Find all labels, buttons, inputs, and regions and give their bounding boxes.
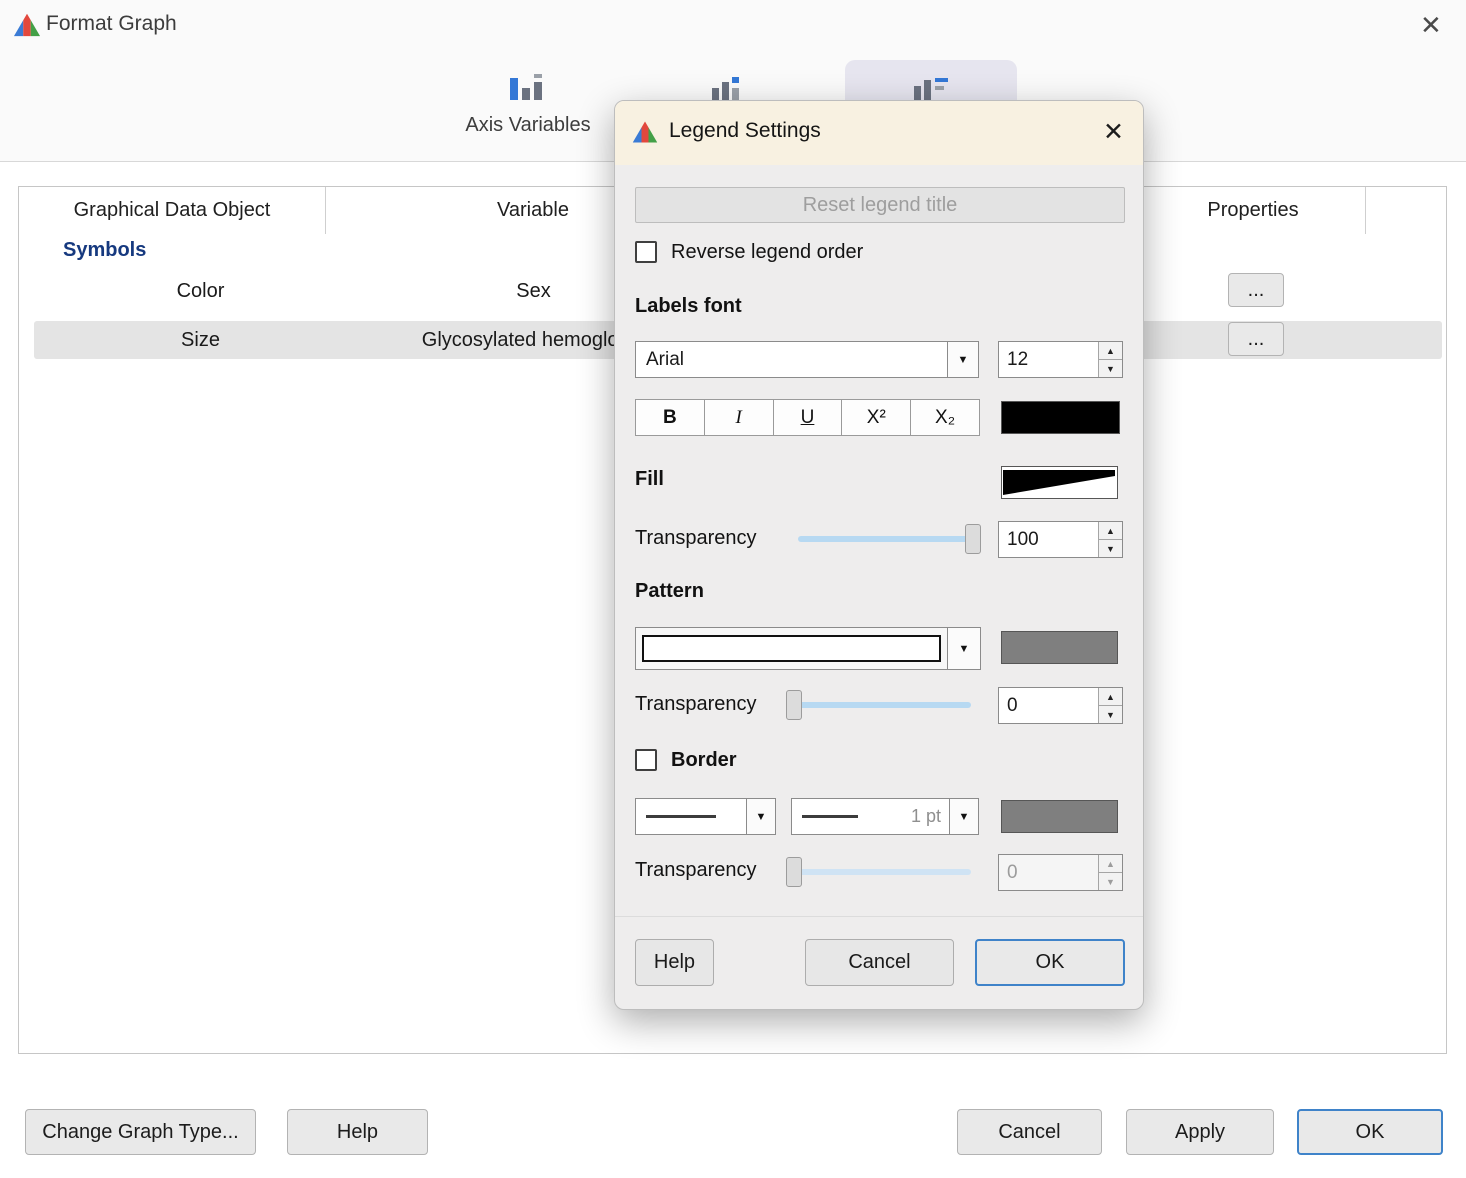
border-line-style-dropdown[interactable]: ▼ <box>635 798 776 835</box>
format-graph-window: Format Graph ✕ Axis Variables <box>0 0 1466 1178</box>
table-row-size-object: Size <box>47 321 354 359</box>
border-transparency-value: 0 <box>999 855 1098 890</box>
fill-transparency-stepper[interactable]: 100 ▲ ▼ <box>998 521 1123 558</box>
pattern-transparency-value: 0 <box>999 688 1098 723</box>
fill-transparency-value: 100 <box>999 522 1098 557</box>
border-transparency-label: Transparency <box>635 859 757 882</box>
border-heading: Border <box>671 749 737 772</box>
dialog-cancel-button[interactable]: Cancel <box>805 939 954 986</box>
cancel-button[interactable]: Cancel <box>957 1109 1102 1155</box>
axis-variables-icon <box>506 70 550 106</box>
chevron-down-icon[interactable]: ▼ <box>949 799 978 834</box>
spin-down-icon[interactable]: ▼ <box>1099 360 1122 377</box>
underline-button[interactable]: U <box>773 399 843 436</box>
spin-up-icon[interactable]: ▲ <box>1099 522 1122 540</box>
fill-swatch[interactable] <box>1001 466 1118 499</box>
spin-down-icon[interactable]: ▼ <box>1099 540 1122 557</box>
dialog-help-button[interactable]: Help <box>635 939 714 986</box>
size-properties-button[interactable]: ... <box>1228 322 1284 356</box>
pattern-transparency-slider[interactable] <box>786 690 971 720</box>
slider-handle[interactable] <box>786 857 802 887</box>
tab-axis-variables[interactable]: Axis Variables <box>458 66 598 146</box>
font-style-toolbar: B I U X² X₂ <box>635 399 980 436</box>
dialog-logo-icon <box>631 119 659 145</box>
bold-button[interactable]: B <box>635 399 705 436</box>
slider-track <box>786 702 971 708</box>
app-logo-icon <box>12 11 42 39</box>
change-graph-type-button[interactable]: Change Graph Type... <box>25 1109 256 1155</box>
pattern-transparency-stepper[interactable]: 0 ▲ ▼ <box>998 687 1123 724</box>
chevron-down-icon[interactable]: ▼ <box>746 799 775 834</box>
slider-handle[interactable] <box>965 524 981 554</box>
border-width-dropdown[interactable]: 1 pt ▼ <box>791 798 979 835</box>
fill-transparency-label: Transparency <box>635 527 757 550</box>
pattern-heading: Pattern <box>635 580 704 603</box>
column-header-properties: Properties <box>1141 187 1366 234</box>
border-transparency-stepper[interactable]: 0 ▲ ▼ <box>998 854 1123 891</box>
reverse-legend-order-checkbox[interactable] <box>635 241 657 263</box>
spin-up-icon[interactable]: ▲ <box>1099 342 1122 360</box>
apply-button[interactable]: Apply <box>1126 1109 1274 1155</box>
font-size-stepper[interactable]: 12 ▲ ▼ <box>998 341 1123 378</box>
subscript-button[interactable]: X₂ <box>910 399 980 436</box>
font-size-value: 12 <box>999 342 1098 377</box>
spin-down-icon[interactable]: ▼ <box>1099 873 1122 890</box>
font-family-dropdown[interactable]: Arial ▼ <box>635 341 979 378</box>
italic-button[interactable]: I <box>704 399 774 436</box>
border-checkbox[interactable] <box>635 749 657 771</box>
slider-track <box>798 536 981 542</box>
ok-button[interactable]: OK <box>1297 1109 1443 1155</box>
chevron-down-icon[interactable]: ▼ <box>947 342 978 377</box>
border-color-swatch[interactable] <box>1001 800 1118 833</box>
pattern-dropdown[interactable]: ▼ <box>635 627 981 670</box>
line-width-preview <box>802 815 858 818</box>
table-row-color-object: Color <box>47 272 354 310</box>
legend-settings-dialog: Legend Settings ✕ Reset legend title Rev… <box>614 100 1144 1010</box>
reset-legend-title-button[interactable]: Reset legend title <box>635 187 1125 223</box>
superscript-button[interactable]: X² <box>841 399 911 436</box>
tab-axis-variables-label: Axis Variables <box>458 114 598 137</box>
section-title-symbols: Symbols <box>63 235 146 265</box>
dialog-ok-button[interactable]: OK <box>975 939 1125 986</box>
reverse-legend-order-label: Reverse legend order <box>671 241 863 264</box>
fill-transparency-slider[interactable] <box>798 524 981 554</box>
column-header-object: Graphical Data Object <box>19 187 326 234</box>
line-style-preview <box>646 815 716 818</box>
spin-up-icon[interactable]: ▲ <box>1099 688 1122 706</box>
border-width-value: 1 pt <box>911 806 941 827</box>
slider-handle[interactable] <box>786 690 802 720</box>
color-properties-button[interactable]: ... <box>1228 273 1284 307</box>
font-family-value: Arial <box>636 342 947 377</box>
dialog-footer-divider <box>615 916 1143 917</box>
spin-up-icon[interactable]: ▲ <box>1099 855 1122 873</box>
pattern-preview <box>642 635 941 662</box>
slider-track <box>786 869 971 875</box>
font-color-swatch[interactable] <box>1001 401 1120 434</box>
dialog-close-icon[interactable]: ✕ <box>1103 117 1124 147</box>
spin-down-icon[interactable]: ▼ <box>1099 706 1122 723</box>
window-close-icon[interactable]: ✕ <box>1420 8 1442 42</box>
help-button[interactable]: Help <box>287 1109 428 1155</box>
chevron-down-icon[interactable]: ▼ <box>947 628 980 669</box>
window-title: Format Graph <box>46 12 177 36</box>
border-transparency-slider[interactable] <box>786 857 971 887</box>
dialog-title: Legend Settings <box>669 119 821 143</box>
labels-font-heading: Labels font <box>635 295 742 318</box>
pattern-transparency-label: Transparency <box>635 693 757 716</box>
fill-heading: Fill <box>635 468 664 491</box>
pattern-color-swatch[interactable] <box>1001 631 1118 664</box>
